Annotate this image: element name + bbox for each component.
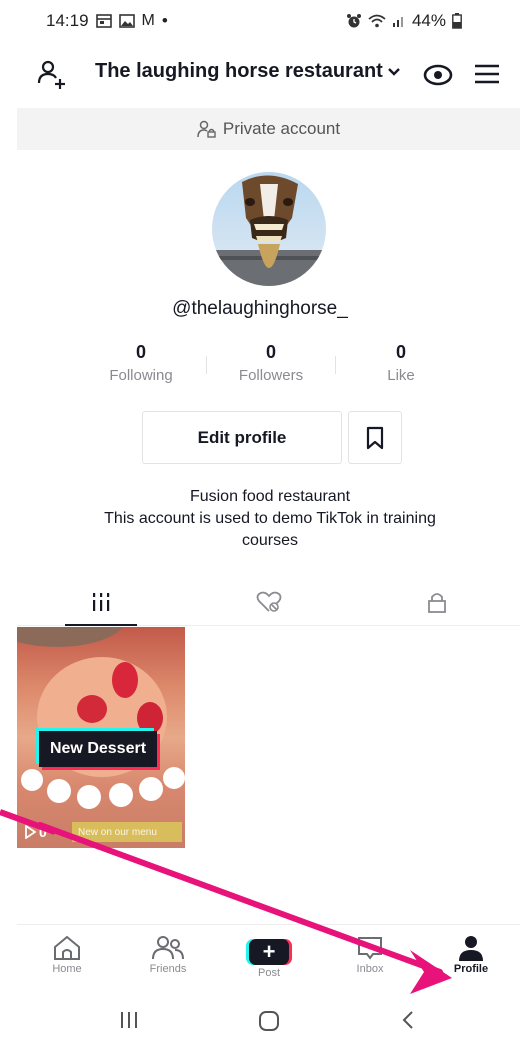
home-button-icon[interactable]	[258, 1010, 280, 1032]
private-account-text: Private account	[222, 119, 341, 138]
lock-icon	[428, 593, 446, 613]
video-thumbnail[interactable]: New Dessert New on our menu 0	[17, 627, 185, 848]
stat-likes[interactable]: 0 Like	[336, 342, 466, 392]
gmail-notification-icon: M	[141, 12, 155, 29]
avatar[interactable]	[212, 172, 326, 286]
bottom-navigation: Home Friends + Post Inbox Profile	[17, 924, 520, 988]
grid-icon	[93, 593, 110, 611]
nav-post[interactable]: + Post	[229, 935, 309, 979]
bio-line: Fusion food restaurant	[189, 488, 351, 505]
bookmark-icon	[366, 426, 384, 449]
private-account-banner: Private account	[17, 108, 520, 150]
chevron-down-icon	[387, 67, 400, 76]
wifi-icon	[368, 14, 386, 28]
profile-header: The laughing horse restaurant	[0, 52, 520, 98]
cream-swirl-shape	[21, 769, 43, 791]
alarm-icon	[346, 14, 361, 28]
bio-line: courses	[241, 532, 299, 549]
eye-icon[interactable]	[422, 60, 454, 90]
favorites-button[interactable]	[348, 411, 402, 464]
stat-likes-label: Like	[387, 367, 415, 384]
account-title: The laughing horse restaurant	[95, 60, 383, 82]
plus-icon: +	[249, 939, 289, 965]
add-user-icon[interactable]	[36, 58, 68, 90]
cream-swirl-shape	[163, 767, 185, 789]
play-icon	[25, 825, 36, 839]
cream-swirl-shape	[77, 785, 101, 809]
stat-following-label: Following	[109, 367, 173, 384]
status-bar: 14:19 M • 44%	[0, 0, 520, 42]
tab-videos[interactable]	[65, 578, 137, 626]
username: @thelaughinghorse_	[172, 298, 348, 319]
bio-line: This account is used to demo TikTok in t…	[104, 510, 436, 527]
nav-inbox[interactable]: Inbox	[330, 935, 410, 975]
status-right: 44%	[346, 11, 462, 31]
nav-friends[interactable]: Friends	[128, 935, 208, 975]
calendar-notification-icon	[95, 14, 112, 28]
nav-inbox-label: Inbox	[356, 963, 384, 975]
video-title-label: New Dessert	[39, 731, 157, 767]
tab-liked[interactable]	[233, 578, 305, 626]
cream-swirl-shape	[139, 777, 163, 801]
dessert-shape	[17, 627, 127, 647]
tab-private[interactable]	[401, 578, 473, 626]
stat-following[interactable]: 0 Following	[76, 342, 206, 392]
nav-friends-label: Friends	[149, 963, 187, 975]
status-left: 14:19 M •	[46, 11, 168, 31]
profile-icon	[459, 936, 483, 961]
horse-avatar-image	[212, 175, 326, 286]
gallery-notification-icon	[118, 14, 135, 28]
battery-percent: 44%	[411, 11, 446, 30]
profile-stats: 0 Following 0 Followers 0 Like	[76, 342, 466, 392]
video-view-count: 0	[39, 824, 47, 840]
home-icon	[54, 935, 80, 960]
stat-followers-count: 0	[265, 342, 276, 362]
strawberry-shape	[137, 702, 163, 734]
account-switcher[interactable]: The laughing horse restaurant	[95, 60, 401, 83]
stat-followers[interactable]: 0 Followers	[206, 342, 336, 392]
nav-home[interactable]: Home	[27, 935, 107, 975]
nav-post-label: Post	[257, 967, 280, 979]
video-views: 0	[24, 824, 47, 840]
system-navigation	[0, 1000, 520, 1038]
signal-icon	[392, 17, 403, 27]
private-user-lock-icon	[197, 120, 216, 138]
battery-icon	[452, 13, 462, 29]
menu-icon[interactable]	[474, 62, 500, 86]
active-tab-underline	[65, 624, 137, 626]
stat-following-count: 0	[135, 342, 146, 362]
content-tabs	[17, 578, 520, 626]
inbox-icon	[358, 937, 382, 960]
profile-bio: Fusion food restaurant This account is u…	[60, 486, 480, 552]
liked-hidden-heart-icon	[256, 591, 282, 612]
stat-likes-count: 0	[395, 342, 406, 362]
back-icon[interactable]	[400, 1010, 416, 1030]
stat-divider	[206, 356, 207, 374]
recent-apps-icon[interactable]	[119, 1010, 139, 1030]
nav-profile-label: Profile	[453, 963, 489, 975]
status-time: 14:19	[46, 11, 89, 30]
strawberry-shape	[112, 662, 138, 698]
stat-followers-label: Followers	[238, 367, 304, 384]
friends-icon	[152, 936, 184, 960]
nav-profile[interactable]: Profile	[431, 935, 511, 975]
edit-profile-button[interactable]: Edit profile	[142, 411, 342, 464]
strawberry-shape	[77, 695, 107, 723]
notification-dot: •	[161, 11, 168, 30]
cream-swirl-shape	[109, 783, 133, 807]
nav-home-label: Home	[52, 963, 82, 975]
cream-swirl-shape	[47, 779, 71, 803]
video-caption: New on our menu	[72, 822, 182, 842]
